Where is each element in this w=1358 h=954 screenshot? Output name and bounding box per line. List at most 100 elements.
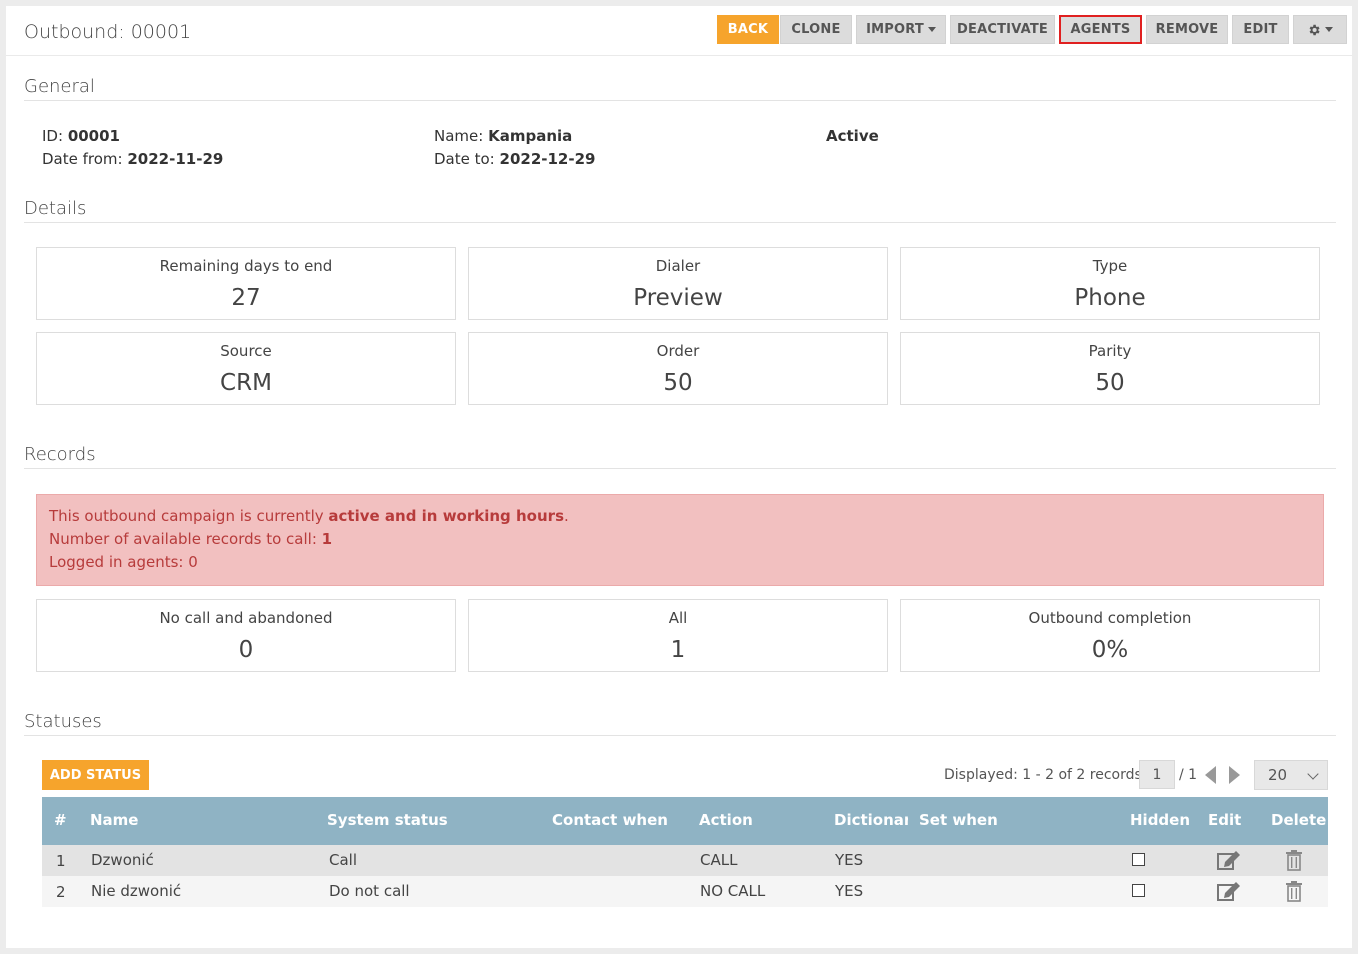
stat-box-order: Order 50 [468,332,888,405]
clone-button[interactable]: CLONE [780,15,852,44]
table-row[interactable]: 1 Dzwonić Call CALL YES [42,845,1328,876]
date-to-label: Date to: [434,150,495,168]
name-value: Kampania [488,127,573,145]
main-panel: Outbound: 00001 BACK CLONE IMPORT DEACTI… [6,6,1352,948]
alert-text: Number of available records to call: [49,530,322,548]
stat-box-parity: Parity 50 [900,332,1320,405]
stat-label: Dialer [655,257,701,275]
column-header[interactable]: System status [327,811,448,829]
stat-label: No call and abandoned [159,609,333,627]
column-header[interactable]: Contact when [552,811,668,829]
alert-text: . [564,507,569,525]
stat-value: 50 [663,370,693,396]
alert-line-1: This outbound campaign is currently acti… [49,505,1311,528]
stat-box-remaining-days: Remaining days to end 27 [36,247,456,320]
status-value: Active [826,127,879,145]
alert-bold-text: 1 [321,530,333,548]
arrow-left-icon[interactable] [1205,766,1216,784]
stat-label: Order [656,342,700,360]
stat-label: Remaining days to end [159,257,333,275]
caret-down-icon [1325,27,1333,32]
row-number: 1 [56,852,66,870]
stat-box-completion: Outbound completion 0% [900,599,1320,672]
stat-value: 0 [238,637,254,663]
column-header[interactable]: Set when [919,811,998,829]
statuses-section-title: Statuses [24,711,102,732]
arrow-right-icon[interactable] [1229,766,1240,784]
divider [24,222,1336,223]
row-dictionary: YES [835,882,864,900]
alert-line-2: Number of available records to call: 1 [49,528,1311,551]
table-header: # Name System status Contact when Action… [42,797,1328,845]
stat-box-type: Type Phone [900,247,1320,320]
stat-value: 0% [1091,637,1129,663]
stat-label: Source [220,342,272,360]
date-to-value: 2022-12-29 [499,150,596,168]
general-date-from: Date from: 2022-11-29 [42,148,223,171]
row-action: CALL [700,851,738,869]
row-name: Dzwonić [91,851,154,869]
gear-icon [1309,24,1320,35]
edit-icon[interactable] [1216,880,1242,902]
date-from-value: 2022-11-29 [127,150,224,168]
campaign-status: Active [826,125,879,148]
toolbar: BACK CLONE IMPORT DEACTIVATE AGENTS REMO… [717,15,1347,44]
campaign-alert: This outbound campaign is currently acti… [36,494,1324,586]
agents-button[interactable]: AGENTS [1059,15,1142,44]
alert-bold-text: active and in working hours [328,507,564,525]
page-title: Outbound: 00001 [24,21,192,43]
stat-box-all: All 1 [468,599,888,672]
per-page-value: 20 [1268,766,1288,784]
stat-value: 27 [231,285,261,311]
row-action: NO CALL [700,882,766,900]
general-date-to: Date to: 2022-12-29 [434,148,595,171]
import-label: IMPORT [866,22,924,37]
divider [24,468,1336,469]
table-row[interactable]: 2 Nie dzwonić Do not call NO CALL YES [42,876,1328,907]
column-header[interactable]: Name [90,811,138,829]
records-section-title: Records [24,444,96,465]
column-header[interactable]: Dictionary [834,811,908,829]
trash-icon[interactable] [1285,849,1303,871]
general-section-title: General [24,76,95,97]
back-button[interactable]: BACK [717,15,779,44]
add-status-button[interactable]: ADD STATUS [42,760,149,790]
row-system-status: Call [329,851,358,869]
column-header[interactable]: Delete [1271,811,1326,829]
stat-value: 50 [1095,370,1125,396]
divider [24,735,1336,736]
row-number: 2 [56,883,66,901]
page-number-input[interactable]: 1 [1139,760,1175,789]
hidden-checkbox[interactable] [1132,853,1145,866]
stat-label: All [668,609,688,627]
page-total: / 1 [1179,767,1198,783]
column-header[interactable]: Hidden [1130,811,1190,829]
per-page-select[interactable]: 20 [1254,760,1328,790]
stat-box-no-call: No call and abandoned 0 [36,599,456,672]
edit-button[interactable]: EDIT [1232,15,1289,44]
divider [24,100,1336,101]
column-header[interactable]: Edit [1208,811,1241,829]
stat-value: Phone [1074,285,1146,311]
statuses-table: # Name System status Contact when Action… [42,797,1328,907]
column-header[interactable]: # [54,811,67,829]
remove-button[interactable]: REMOVE [1146,15,1228,44]
stat-box-source: Source CRM [36,332,456,405]
hidden-checkbox[interactable] [1132,884,1145,897]
pager-summary: Displayed: 1 - 2 of 2 records [944,767,1142,783]
import-button[interactable]: IMPORT [856,15,946,44]
row-dictionary: YES [835,851,864,869]
stat-label: Parity [1088,342,1132,360]
stat-value: CRM [220,370,272,396]
id-label: ID: [42,127,64,145]
deactivate-button[interactable]: DEACTIVATE [950,15,1055,44]
row-name: Nie dzwonić [91,882,182,900]
alert-text: This outbound campaign is currently [49,507,329,525]
settings-dropdown-button[interactable] [1293,15,1347,44]
alert-line-3: Logged in agents: 0 [49,553,198,571]
column-header[interactable]: Action [699,811,753,829]
edit-icon[interactable] [1216,849,1242,871]
date-from-label: Date from: [42,150,123,168]
chevron-down-icon [1307,768,1319,780]
trash-icon[interactable] [1285,880,1303,902]
